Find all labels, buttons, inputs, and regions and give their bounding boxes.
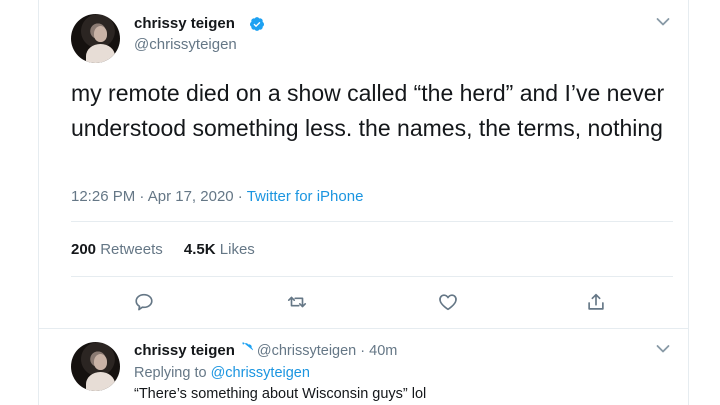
tweet-date[interactable]: Apr 17, 2020 <box>148 188 234 205</box>
reply-header: chrissy teigen @chrissyteigen · 40m <box>134 342 397 359</box>
avatar[interactable] <box>71 14 120 63</box>
replying-to-handle[interactable]: @chrissyteigen <box>211 365 310 381</box>
retweets-count: 200 <box>71 241 97 258</box>
reply-separator: · <box>356 343 370 359</box>
display-name[interactable]: chrissy teigen <box>134 15 235 32</box>
replying-prefix: Replying to <box>134 365 207 381</box>
reply-display-name[interactable]: chrissy teigen <box>134 342 235 359</box>
divider <box>71 221 673 222</box>
tweet-stats: 200 Retweets 4.5K Likes <box>71 241 255 258</box>
chevron-down-icon[interactable] <box>656 344 670 354</box>
handle[interactable]: @chrissyteigen <box>134 36 237 53</box>
retweets-label: Retweets <box>100 241 163 258</box>
tweet-text: my remote died on a show called “the her… <box>71 80 665 141</box>
likes-stat[interactable]: 4.5K Likes <box>184 241 255 258</box>
verified-badge-icon <box>242 342 253 354</box>
reply-text: “There’s something about Wisconsin guys”… <box>134 386 427 402</box>
replying-to: Replying to @chrissyteigen <box>134 365 310 381</box>
retweets-stat[interactable]: 200 Retweets <box>71 241 163 258</box>
retweet-icon[interactable] <box>286 291 308 313</box>
divider <box>71 276 673 277</box>
tweet-source[interactable]: Twitter for iPhone <box>247 188 364 205</box>
comment-icon[interactable] <box>133 291 155 313</box>
reply-handle[interactable]: @chrissyteigen <box>257 343 356 359</box>
heart-icon[interactable] <box>437 291 459 313</box>
tweet-meta: 12:26 PM · Apr 17, 2020 · Twitter for iP… <box>71 188 364 205</box>
share-icon[interactable] <box>585 291 607 313</box>
reply-age[interactable]: 40m <box>369 343 397 359</box>
likes-label: Likes <box>219 241 255 258</box>
tweet-time[interactable]: 12:26 PM <box>71 188 135 205</box>
reply-avatar[interactable] <box>71 342 120 391</box>
column-border-right <box>688 0 689 405</box>
divider <box>38 328 689 329</box>
column-border-left <box>38 0 39 405</box>
chevron-down-icon[interactable] <box>656 17 670 27</box>
verified-badge-icon <box>250 17 264 31</box>
likes-count: 4.5K <box>183 241 216 258</box>
